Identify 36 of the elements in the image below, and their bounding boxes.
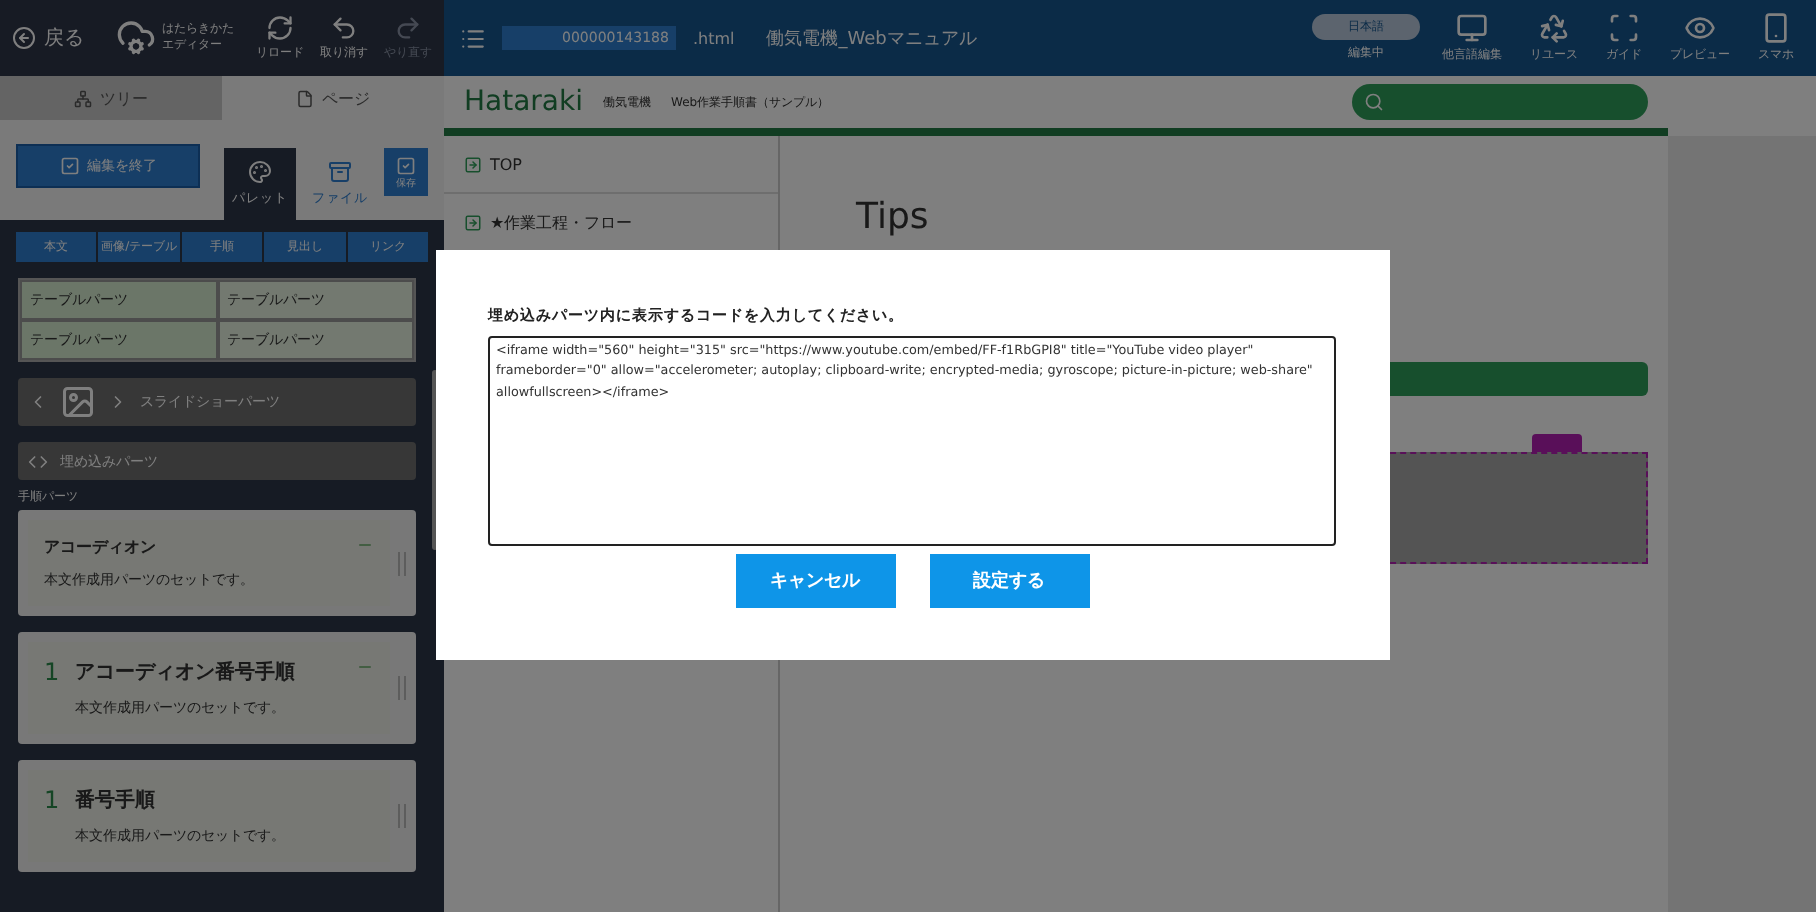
monitor-icon [1456, 12, 1488, 44]
eye-icon [1684, 12, 1716, 44]
drawer-icon [328, 160, 352, 184]
nav-link[interactable]: TOP [444, 136, 778, 194]
part-title: 番号手順 [75, 787, 158, 814]
reload-icon [266, 14, 294, 42]
back-button[interactable]: 戻る [12, 24, 84, 52]
recycle-icon [1538, 12, 1570, 44]
content-heading: Tips [856, 196, 931, 238]
search-field[interactable] [1352, 84, 1648, 120]
part-title: アコーディオン [44, 536, 158, 558]
phone-icon [1760, 12, 1792, 44]
code-icon [28, 451, 48, 471]
undo-icon [330, 14, 358, 42]
frame-icon [1608, 12, 1640, 44]
site-logo: Hataraki [464, 86, 584, 118]
check-icon [396, 155, 416, 175]
redo-icon [394, 14, 422, 42]
dialog-button[interactable]: 設定する [929, 554, 1089, 608]
dialog-button[interactable]: キャンセル [735, 554, 895, 608]
document-title: 働気電機_Webマニュアル [766, 27, 977, 51]
page-icon [296, 89, 314, 107]
edit-tab[interactable] [1532, 434, 1582, 452]
step-number: 1 [44, 658, 60, 690]
check-icon [59, 156, 79, 176]
menu-icon[interactable] [460, 25, 486, 51]
part-title: アコーディオン番号手順 [75, 659, 298, 686]
panel-tab[interactable]: ページ [222, 76, 444, 120]
tree-icon [74, 89, 92, 107]
search-icon [1364, 92, 1384, 112]
cloud-icon [116, 18, 156, 58]
step-number: 1 [44, 786, 60, 818]
back-icon [12, 26, 36, 50]
palette-icon [248, 160, 272, 184]
file-extension: .html [692, 29, 735, 47]
image-icon [60, 384, 96, 420]
